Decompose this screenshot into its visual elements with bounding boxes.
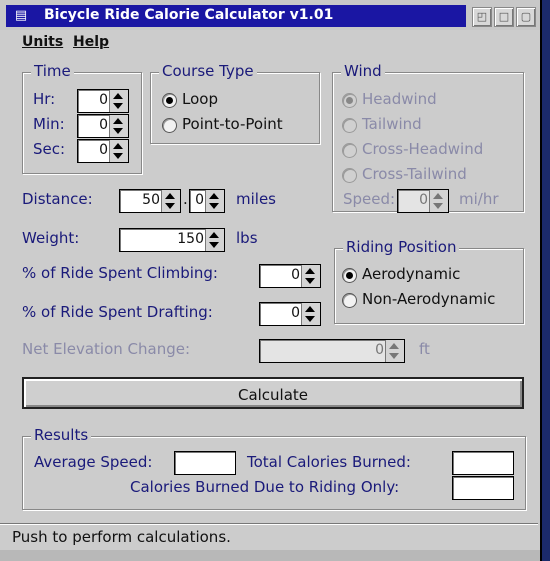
climbing-spinner[interactable]: 0: [259, 264, 321, 288]
drafting-spin-arrows-icon[interactable]: [301, 303, 320, 325]
radio-unchecked-icon: [162, 118, 177, 133]
menu-bar: Units Help: [0, 32, 540, 54]
course-point-to-point-label: Point-to-Point: [182, 115, 283, 133]
drafting-label: % of Ride Spent Drafting:: [22, 303, 213, 321]
distance-fraction-value: 0: [195, 192, 204, 208]
sec-spin-arrows-icon[interactable]: [109, 140, 128, 162]
elevation-unit: ft: [419, 340, 430, 358]
wind-cross-headwind-label: Cross-Headwind: [362, 140, 484, 158]
radio-checked-icon: [162, 93, 177, 108]
weight-unit: lbs: [236, 229, 258, 247]
wind-speed-label: Speed:: [343, 190, 396, 208]
elevation-label: Net Elevation Change:: [22, 340, 191, 358]
distance-decimal-point: .: [183, 190, 188, 208]
hr-spin-arrows-icon[interactable]: [109, 90, 128, 112]
wind-cross-headwind-radio[interactable]: Cross-Headwind: [342, 140, 512, 160]
weight-value: 150: [177, 231, 204, 247]
riding-calories-label: Calories Burned Due to Riding Only:: [130, 478, 400, 496]
distance-fraction-spin-arrows-icon[interactable]: [205, 190, 224, 212]
radio-unchecked-icon: [342, 143, 357, 158]
window-title: Bicycle Ride Calorie Calculator v1.01: [44, 7, 334, 23]
desktop-background: [541, 0, 550, 561]
riding-position-group: Riding Position: [334, 238, 524, 324]
course-loop-label: Loop: [182, 90, 218, 108]
radio-checked-icon: [342, 268, 357, 283]
radio-unchecked-icon: [342, 168, 357, 183]
climbing-label: % of Ride Spent Climbing:: [22, 264, 218, 282]
sec-value: 0: [99, 142, 108, 158]
wind-cross-tailwind-label: Cross-Tailwind: [362, 165, 467, 183]
climbing-spin-arrows-icon[interactable]: [301, 265, 320, 287]
status-bar: Push to perform calculations.: [0, 523, 538, 550]
wind-cross-tailwind-radio[interactable]: Cross-Tailwind: [342, 165, 512, 185]
menu-help[interactable]: Help: [73, 34, 109, 50]
sec-label: Sec:: [33, 140, 66, 158]
position-non-aerodynamic-radio[interactable]: Non-Aerodynamic: [342, 290, 517, 310]
radio-checked-icon: [342, 93, 357, 108]
title-area[interactable]: ▤ Bicycle Ride Calorie Calculator v1.01: [6, 5, 466, 27]
distance-whole-spin-arrows-icon[interactable]: [161, 190, 180, 212]
weight-label: Weight:: [22, 229, 80, 247]
min-label: Min:: [33, 115, 65, 133]
avg-speed-label: Average Speed:: [34, 453, 153, 471]
elevation-spinner[interactable]: 0: [259, 339, 405, 363]
radio-unchecked-icon: [342, 118, 357, 133]
riding-calories-output[interactable]: [452, 476, 514, 500]
distance-unit: miles: [236, 190, 276, 208]
app-menu-icon[interactable]: ▤: [10, 8, 32, 24]
elevation-value: 0: [375, 342, 384, 358]
hr-label: Hr:: [33, 90, 56, 108]
wind-speed-spin-arrows-icon[interactable]: [429, 190, 448, 212]
distance-label: Distance:: [22, 190, 93, 208]
hr-spinner[interactable]: 0: [77, 89, 129, 113]
wind-speed-unit: mi/hr: [459, 190, 499, 208]
wind-headwind-radio[interactable]: Headwind: [342, 90, 512, 110]
riding-position-legend: Riding Position: [343, 238, 460, 256]
elevation-spin-arrows-icon[interactable]: [385, 340, 404, 362]
position-aerodynamic-radio[interactable]: Aerodynamic: [342, 265, 517, 285]
time-legend: Time: [31, 62, 74, 80]
hr-value: 0: [99, 92, 108, 108]
maximize-icon[interactable]: ▢: [516, 7, 536, 27]
course-point-to-point-radio[interactable]: Point-to-Point: [162, 115, 312, 135]
position-aerodynamic-label: Aerodynamic: [362, 265, 461, 283]
total-calories-label: Total Calories Burned:: [247, 453, 411, 471]
min-value: 0: [99, 117, 108, 133]
avg-speed-output[interactable]: [174, 451, 236, 475]
window-bottom-border: [0, 550, 540, 561]
wind-tailwind-label: Tailwind: [362, 115, 422, 133]
wind-tailwind-radio[interactable]: Tailwind: [342, 115, 512, 135]
calculate-button[interactable]: Calculate: [22, 377, 524, 409]
distance-whole-value: 50: [142, 192, 160, 208]
course-type-legend: Course Type: [159, 62, 257, 80]
wind-speed-value: 0: [419, 192, 428, 208]
drafting-spinner[interactable]: 0: [259, 302, 321, 326]
title-bar[interactable]: ▤ Bicycle Ride Calorie Calculator v1.01 …: [0, 0, 540, 30]
distance-whole-spinner[interactable]: 50: [119, 189, 181, 213]
wind-headwind-label: Headwind: [362, 90, 437, 108]
wind-speed-spinner[interactable]: 0: [397, 189, 449, 213]
results-group: Results: [22, 426, 526, 510]
drafting-value: 0: [291, 305, 300, 321]
status-text: Push to perform calculations.: [12, 528, 231, 546]
results-legend: Results: [31, 426, 92, 444]
min-spinner[interactable]: 0: [77, 114, 129, 138]
minimize-icon[interactable]: □: [494, 7, 514, 27]
sec-spinner[interactable]: 0: [77, 139, 129, 163]
radio-unchecked-icon: [342, 293, 357, 308]
app-window: ▤ Bicycle Ride Calorie Calculator v1.01 …: [0, 0, 542, 561]
position-non-aerodynamic-label: Non-Aerodynamic: [362, 290, 496, 308]
distance-fraction-spinner[interactable]: 0: [189, 189, 225, 213]
min-spin-arrows-icon[interactable]: [109, 115, 128, 137]
menu-units[interactable]: Units: [22, 34, 63, 50]
weight-spinner[interactable]: 150: [119, 228, 225, 252]
total-calories-output[interactable]: [452, 451, 514, 475]
restore-icon[interactable]: ◰: [472, 7, 492, 27]
course-loop-radio[interactable]: Loop: [162, 90, 312, 110]
weight-spin-arrows-icon[interactable]: [205, 229, 224, 251]
wind-legend: Wind: [341, 62, 385, 80]
climbing-value: 0: [291, 267, 300, 283]
